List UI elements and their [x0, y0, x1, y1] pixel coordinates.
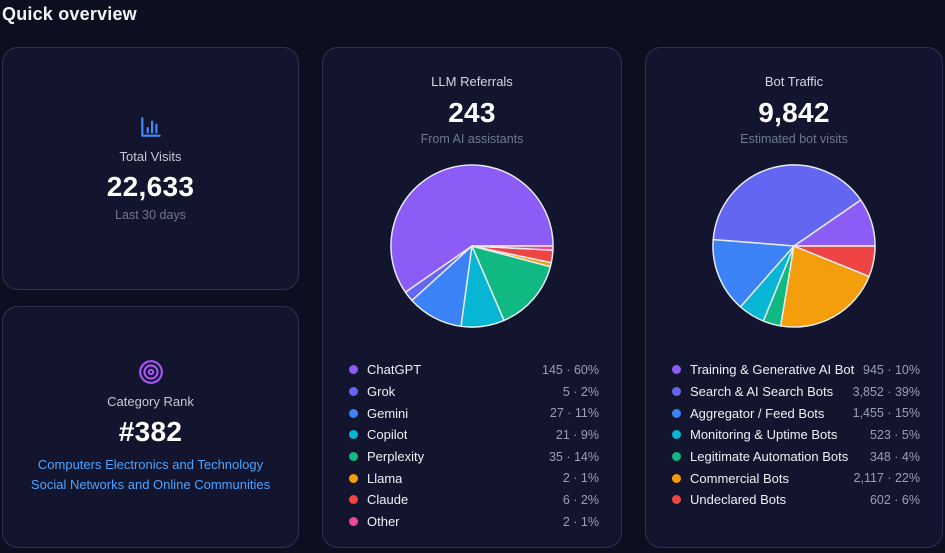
llm-referrals-legend: ChatGPT 145 · 60% Grok 5 · 2% Gemini 27 · 11%… — [323, 359, 621, 533]
legend-dot-claude — [349, 495, 358, 505]
legend-dot-gemini — [349, 408, 358, 418]
llm-referrals-title: LLM Referrals — [431, 74, 513, 89]
legend-dot-other — [349, 517, 358, 527]
legend-label: Other — [367, 514, 400, 530]
llm-referrals-value: 243 — [448, 97, 496, 128]
legend-row-llama[interactable]: Llama 2 · 1% — [349, 467, 599, 489]
legend-dot-training-generative-ai-bots — [672, 365, 681, 375]
category-rank-links: Computers Electronics and Technology Soc… — [31, 455, 270, 495]
category-rank-label: Category Rank — [107, 393, 194, 409]
legend-value: 1,455 · 15% — [852, 406, 920, 421]
legend-value: 2 · 1% — [562, 471, 599, 486]
legend-value: 27 · 11% — [549, 406, 599, 421]
total-visits-label: Total Visits — [119, 149, 182, 165]
bot-traffic-legend: Training & Generative AI Bots 945 · 10% Se… — [646, 359, 942, 511]
bot-traffic-title: Bot Traffic — [764, 74, 824, 89]
category-link-computers-electronics[interactable]: Computers Electronics and Technology — [31, 455, 270, 475]
total-visits-card: Total Visits 22,633 Last 30 days — [2, 47, 299, 290]
target-icon — [138, 359, 163, 384]
page-title: Quick overview — [2, 4, 137, 24]
bot-traffic-card: Bot Traffic 9,842 Estimated bot visits T… — [645, 47, 943, 548]
legend-value: 523 · 5% — [869, 427, 920, 442]
total-visits-value: 22,633 — [106, 171, 195, 203]
category-rank-value: #382 — [118, 415, 183, 447]
category-rank-card: Category Rank #382 Computers Electronics… — [2, 305, 299, 548]
legend-row-other[interactable]: Other 2 · 1% — [349, 511, 599, 533]
legend-label: Commercial Bots — [690, 470, 789, 486]
bot-traffic-value: 9,842 — [758, 97, 830, 128]
legend-row-legitimate-automation-bots[interactable]: Legitimate Automation Bots 348 · 4% — [672, 446, 920, 468]
legend-label: Claude — [367, 492, 409, 508]
legend-value: 6 · 2% — [562, 492, 599, 507]
legend-dot-undeclared-bots — [672, 495, 681, 505]
legend-dot-legitimate-automation-bots — [672, 452, 681, 462]
legend-row-gemini[interactable]: Gemini 27 · 11% — [349, 402, 599, 424]
legend-label: ChatGPT — [367, 362, 422, 378]
legend-dot-llama — [349, 473, 358, 483]
legend-row-training-generative-ai-bots[interactable]: Training & Generative AI Bots 945 · 10% — [672, 359, 920, 381]
legend-value: 2,117 · 22% — [853, 471, 920, 486]
legend-label: Undeclared Bots — [690, 492, 787, 508]
llm-referrals-subtitle: From AI assistants — [420, 132, 524, 146]
legend-label: Legitimate Automation Bots — [690, 449, 849, 465]
legend-value: 945 · 10% — [863, 362, 920, 377]
legend-value: 348 · 4% — [869, 449, 920, 464]
legend-row-claude[interactable]: Claude 6 · 2% — [349, 489, 599, 511]
legend-row-copilot[interactable]: Copilot 21 · 9% — [349, 424, 599, 446]
bot-traffic-pie[interactable] — [711, 163, 877, 329]
legend-label: Training & Generative AI Bots — [690, 362, 856, 378]
legend-dot-search-ai-search-bots — [672, 387, 681, 397]
legend-dot-grok — [349, 387, 358, 397]
legend-dot-monitoring-uptime-bots — [672, 430, 681, 440]
legend-row-chatgpt[interactable]: ChatGPT 145 · 60% — [349, 359, 599, 381]
legend-label: Monitoring & Uptime Bots — [690, 427, 838, 443]
legend-row-monitoring-uptime-bots[interactable]: Monitoring & Uptime Bots 523 · 5% — [672, 424, 920, 446]
legend-value: 2 · 1% — [562, 514, 599, 529]
legend-value: 3,852 · 39% — [852, 384, 920, 399]
legend-dot-commercial-bots — [672, 473, 681, 483]
legend-row-commercial-bots[interactable]: Commercial Bots 2,117 · 22% — [672, 467, 920, 489]
llm-referrals-card: LLM Referrals 243 From AI assistants Cha… — [322, 47, 622, 548]
legend-row-aggregator-feed-bots[interactable]: Aggregator / Feed Bots 1,455 · 15% — [672, 402, 920, 424]
bot-traffic-subtitle: Estimated bot visits — [740, 132, 848, 146]
legend-label: Search & AI Search Bots — [690, 384, 834, 400]
bar-chart-icon — [140, 117, 161, 137]
legend-label: Gemini — [367, 405, 409, 421]
legend-label: Copilot — [367, 427, 408, 443]
legend-label: Grok — [367, 384, 396, 400]
legend-label: Llama — [367, 470, 403, 486]
legend-dot-copilot — [349, 430, 358, 440]
category-link-social-networks[interactable]: Social Networks and Online Communities — [31, 475, 270, 495]
legend-value: 35 · 14% — [548, 449, 599, 464]
legend-dot-aggregator-feed-bots — [672, 408, 681, 418]
legend-label: Perplexity — [367, 449, 425, 465]
llm-referrals-pie[interactable] — [389, 163, 555, 329]
legend-label: Aggregator / Feed Bots — [690, 405, 825, 421]
legend-dot-perplexity — [349, 452, 358, 462]
legend-value: 602 · 6% — [869, 492, 920, 507]
left-column: Total Visits 22,633 Last 30 days Categor… — [2, 47, 299, 548]
legend-row-perplexity[interactable]: Perplexity 35 · 14% — [349, 446, 599, 468]
legend-row-undeclared-bots[interactable]: Undeclared Bots 602 · 6% — [672, 489, 920, 511]
legend-value: 21 · 9% — [555, 427, 599, 442]
total-visits-subtitle: Last 30 days — [115, 208, 186, 223]
legend-row-grok[interactable]: Grok 5 · 2% — [349, 381, 599, 403]
legend-value: 5 · 2% — [562, 384, 599, 399]
overview-grid: Total Visits 22,633 Last 30 days Categor… — [2, 47, 943, 548]
legend-row-search-ai-search-bots[interactable]: Search & AI Search Bots 3,852 · 39% — [672, 381, 920, 403]
legend-dot-chatgpt — [349, 365, 358, 375]
legend-value: 145 · 60% — [542, 362, 599, 377]
